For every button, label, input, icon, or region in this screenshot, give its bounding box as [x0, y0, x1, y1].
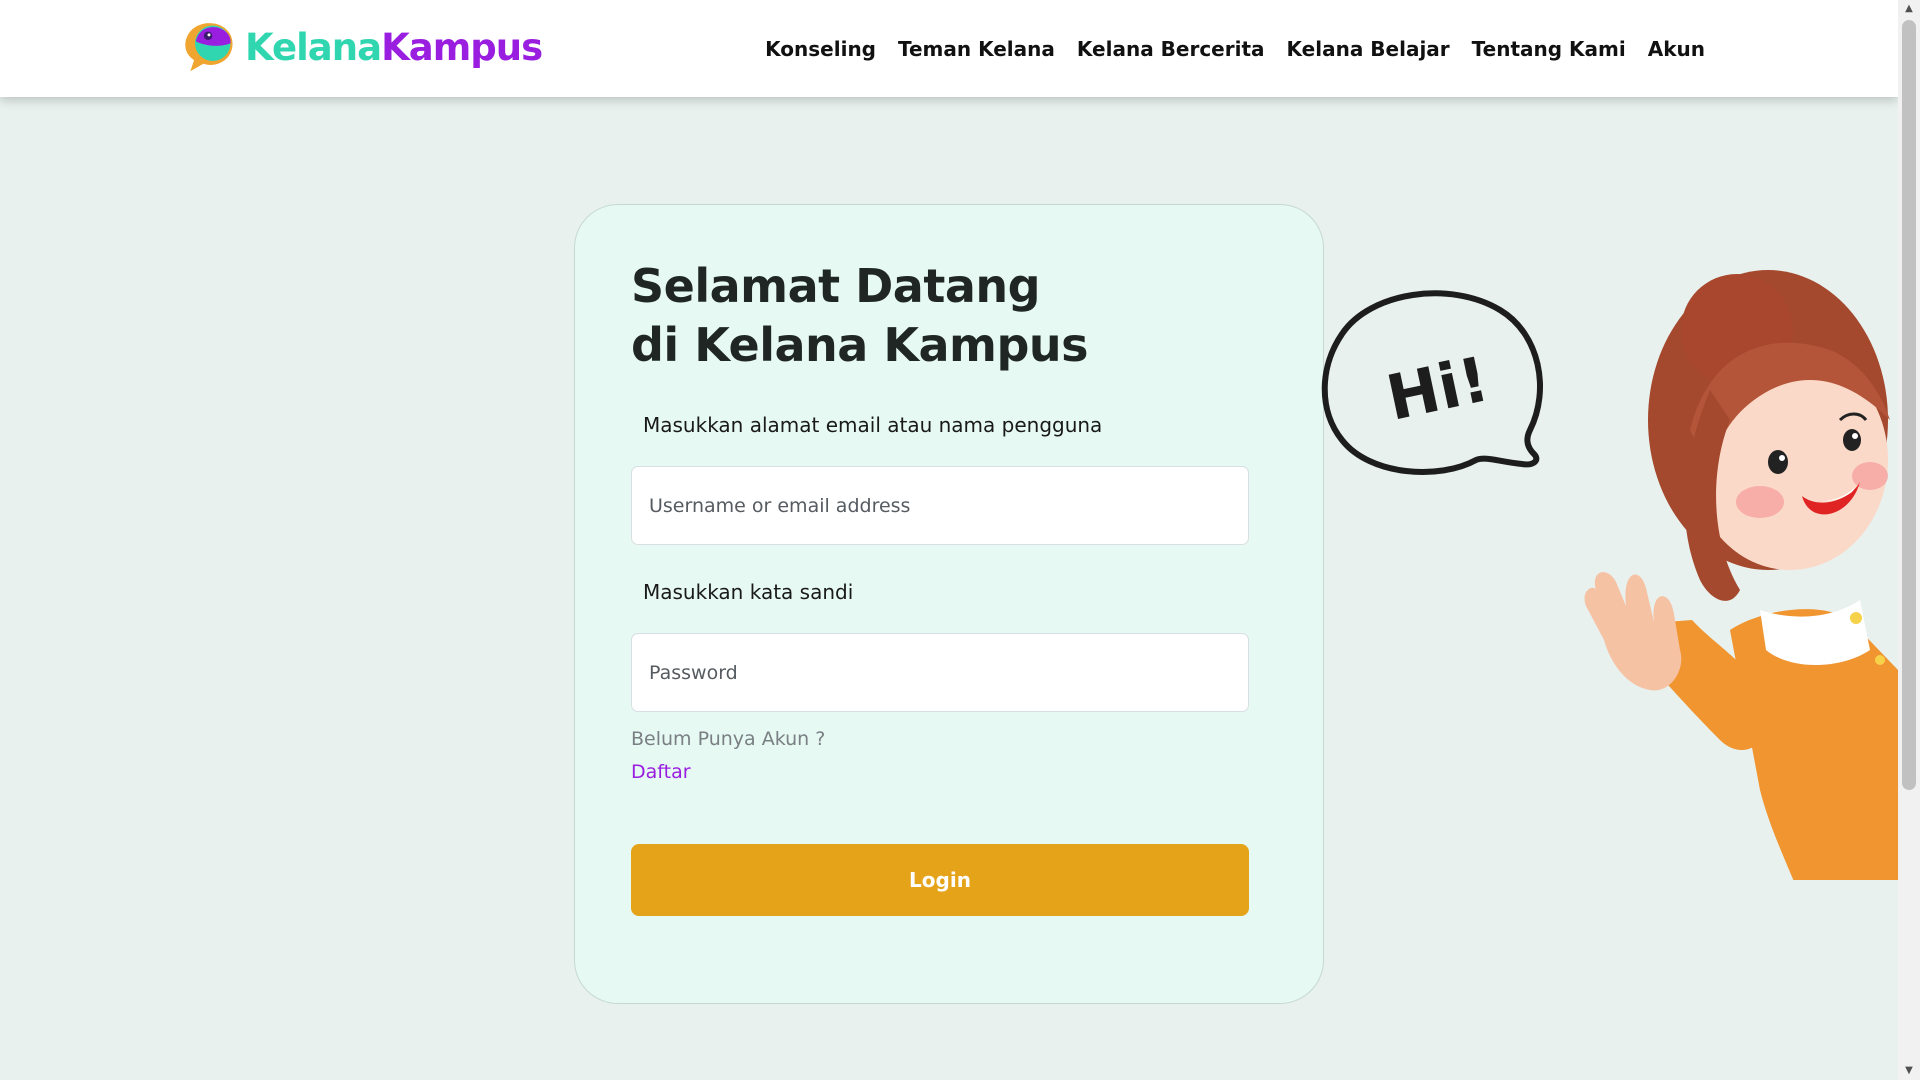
- chat-bubble-logo-icon: [185, 23, 233, 72]
- nav-link-teman-kelana[interactable]: Teman Kelana: [898, 37, 1055, 61]
- brand-logo-link[interactable]: KelanaKampus: [181, 17, 543, 77]
- password-field[interactable]: [631, 633, 1249, 712]
- email-field-label: Masukkan alamat email atau nama pengguna: [643, 413, 1103, 437]
- nav-link-konseling[interactable]: Konseling: [765, 37, 876, 61]
- page-scrollbar[interactable]: ▲ ▼: [1898, 0, 1920, 1080]
- page-title: Selamat Datang di Kelana Kampus: [631, 259, 1089, 372]
- register-link[interactable]: Daftar: [631, 761, 691, 783]
- speech-bubble-icon: Hi!: [1321, 290, 1543, 475]
- main-nav: Konseling Teman Kelana Kelana Bercerita …: [743, 0, 1705, 97]
- waving-girl-illustration: Hi!: [1321, 270, 1898, 880]
- scrollbar-thumb[interactable]: [1902, 20, 1916, 790]
- speech-bubble-text: Hi!: [1380, 342, 1494, 434]
- top-navbar: KelanaKampus Konseling Teman Kelana Kela…: [0, 0, 1898, 97]
- brand-name: KelanaKampus: [245, 25, 543, 69]
- email-field[interactable]: [631, 466, 1249, 545]
- brand-name-part2: Kampus: [381, 25, 543, 69]
- nav-link-kelana-bercerita[interactable]: Kelana Bercerita: [1077, 37, 1265, 61]
- scroll-down-arrow-icon[interactable]: ▼: [1898, 1062, 1920, 1080]
- login-button[interactable]: Login: [631, 844, 1249, 916]
- no-account-text: Belum Punya Akun ?: [631, 728, 826, 750]
- nav-link-akun[interactable]: Akun: [1648, 37, 1705, 61]
- nav-link-tentang-kami[interactable]: Tentang Kami: [1472, 37, 1626, 61]
- password-field-label: Masukkan kata sandi: [643, 580, 854, 604]
- brand-name-part1: Kelana: [245, 25, 382, 69]
- login-card: Selamat Datang di Kelana Kampus Masukkan…: [574, 204, 1324, 1004]
- scroll-up-arrow-icon[interactable]: ▲: [1898, 0, 1920, 18]
- nav-link-kelana-belajar[interactable]: Kelana Belajar: [1287, 37, 1450, 61]
